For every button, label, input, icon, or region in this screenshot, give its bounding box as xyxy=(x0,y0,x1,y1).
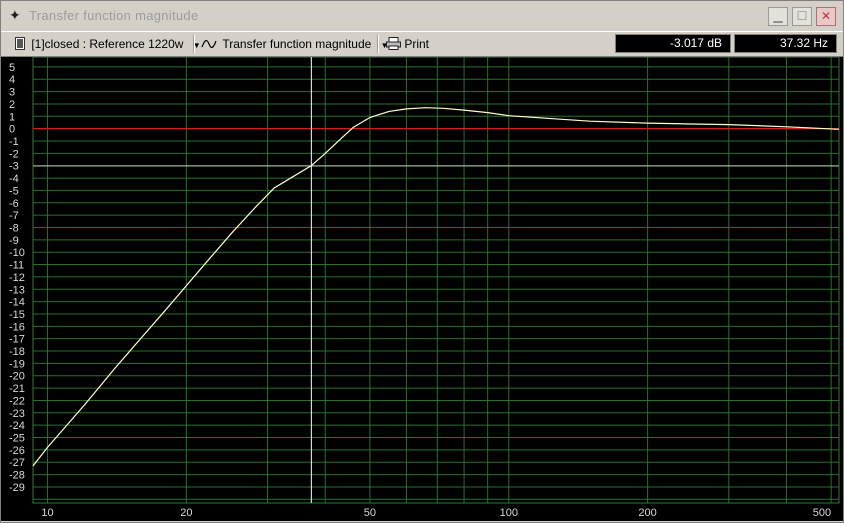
y-tick-label: 4 xyxy=(9,74,15,86)
analyzer-window: ✦ Transfer function magnitude ▁ ☐ ✕ [1]c… xyxy=(0,0,844,523)
y-tick-label: -15 xyxy=(9,309,25,321)
y-tick-label: -23 xyxy=(9,408,25,420)
toolbar-divider xyxy=(377,35,379,53)
close-icon: ✕ xyxy=(820,9,832,23)
title-bar[interactable]: ✦ Transfer function magnitude ▁ ☐ ✕ xyxy=(1,1,843,31)
toolbar-divider xyxy=(193,35,195,53)
y-tick-label: 1 xyxy=(9,111,15,123)
y-tick-label: -26 xyxy=(9,445,25,457)
y-tick-label: -6 xyxy=(9,198,19,210)
y-tick-label: 2 xyxy=(9,99,15,111)
x-tick-label: 10 xyxy=(41,507,53,519)
y-tick-label: -17 xyxy=(9,334,25,346)
y-tick-label: -24 xyxy=(9,420,25,432)
minimize-button[interactable]: ▁ xyxy=(768,7,788,26)
measurement-label: [1]closed : Reference 1220w xyxy=(31,37,184,51)
x-tick-label: 20 xyxy=(180,507,192,519)
magnitude-chart[interactable]: 543210-1-2-3-4-5-6-7-8-9-10-11-12-13-14-… xyxy=(1,57,843,521)
maximize-icon: ☐ xyxy=(796,9,808,23)
y-tick-label: -21 xyxy=(9,383,25,395)
y-tick-label: -18 xyxy=(9,346,25,358)
y-tick-label: -7 xyxy=(9,210,19,222)
db-readout: -3.017 dB xyxy=(615,34,731,53)
y-tick-label: -10 xyxy=(9,247,25,259)
y-tick-label: -2 xyxy=(9,148,19,160)
y-tick-label: 3 xyxy=(9,87,15,99)
y-tick-label: -8 xyxy=(9,222,19,234)
document-icon xyxy=(15,37,28,51)
y-tick-label: -9 xyxy=(9,235,19,247)
graph-type-label: Transfer function magnitude xyxy=(222,37,372,51)
y-tick-label: -27 xyxy=(9,457,25,469)
y-tick-label: -3 xyxy=(9,161,19,173)
y-tick-label: -29 xyxy=(9,482,25,494)
plot-area[interactable]: 5 4 3 2 1 0 -1 -2 -3 -4 -5 -6 -7 -8 -9 -10 -11 -12 -13 -14-… xyxy=(1,57,843,521)
y-tick-label: -13 xyxy=(9,284,25,296)
waveform-icon xyxy=(201,37,220,51)
y-tick-label: -12 xyxy=(9,272,25,284)
y-tick-label: -11 xyxy=(9,260,24,272)
minimize-icon: ▁ xyxy=(773,9,783,23)
y-tick-label: -28 xyxy=(9,470,25,482)
toolbar: [1]closed : Reference 1220w ▼ Transfer f… xyxy=(1,31,843,57)
y-tick-label: -20 xyxy=(9,371,25,383)
series-line xyxy=(32,107,840,467)
x-tick-label: 50 xyxy=(364,507,376,519)
y-tick-label: -4 xyxy=(9,173,19,185)
window-title: Transfer function magnitude xyxy=(29,8,199,23)
x-tick-label: 200 xyxy=(638,507,656,519)
x-tick-label: 100 xyxy=(500,507,518,519)
x-tick-label: 500 xyxy=(813,507,831,519)
y-tick-label: -25 xyxy=(9,433,25,445)
graph-type-dropdown[interactable]: Transfer function magnitude ▼ xyxy=(201,35,389,53)
print-button[interactable]: Print xyxy=(386,35,429,53)
printer-icon xyxy=(386,37,404,51)
crosshair-icon: ✦ xyxy=(9,7,21,23)
y-tick-label: 5 xyxy=(9,62,15,74)
maximize-button[interactable]: ☐ xyxy=(792,7,812,26)
y-tick-label: -16 xyxy=(9,321,25,333)
measurement-dropdown[interactable]: [1]closed : Reference 1220w ▼ xyxy=(15,35,201,53)
y-tick-label: -1 xyxy=(9,136,19,148)
print-label: Print xyxy=(404,37,430,51)
y-tick-label: 0 xyxy=(9,124,15,136)
hz-readout: 37.32 Hz xyxy=(734,34,837,53)
y-tick-label: -14 xyxy=(9,297,25,309)
close-button[interactable]: ✕ xyxy=(816,7,836,26)
y-tick-label: -22 xyxy=(9,395,25,407)
y-tick-label: -5 xyxy=(9,185,19,197)
y-tick-label: -19 xyxy=(9,358,25,370)
